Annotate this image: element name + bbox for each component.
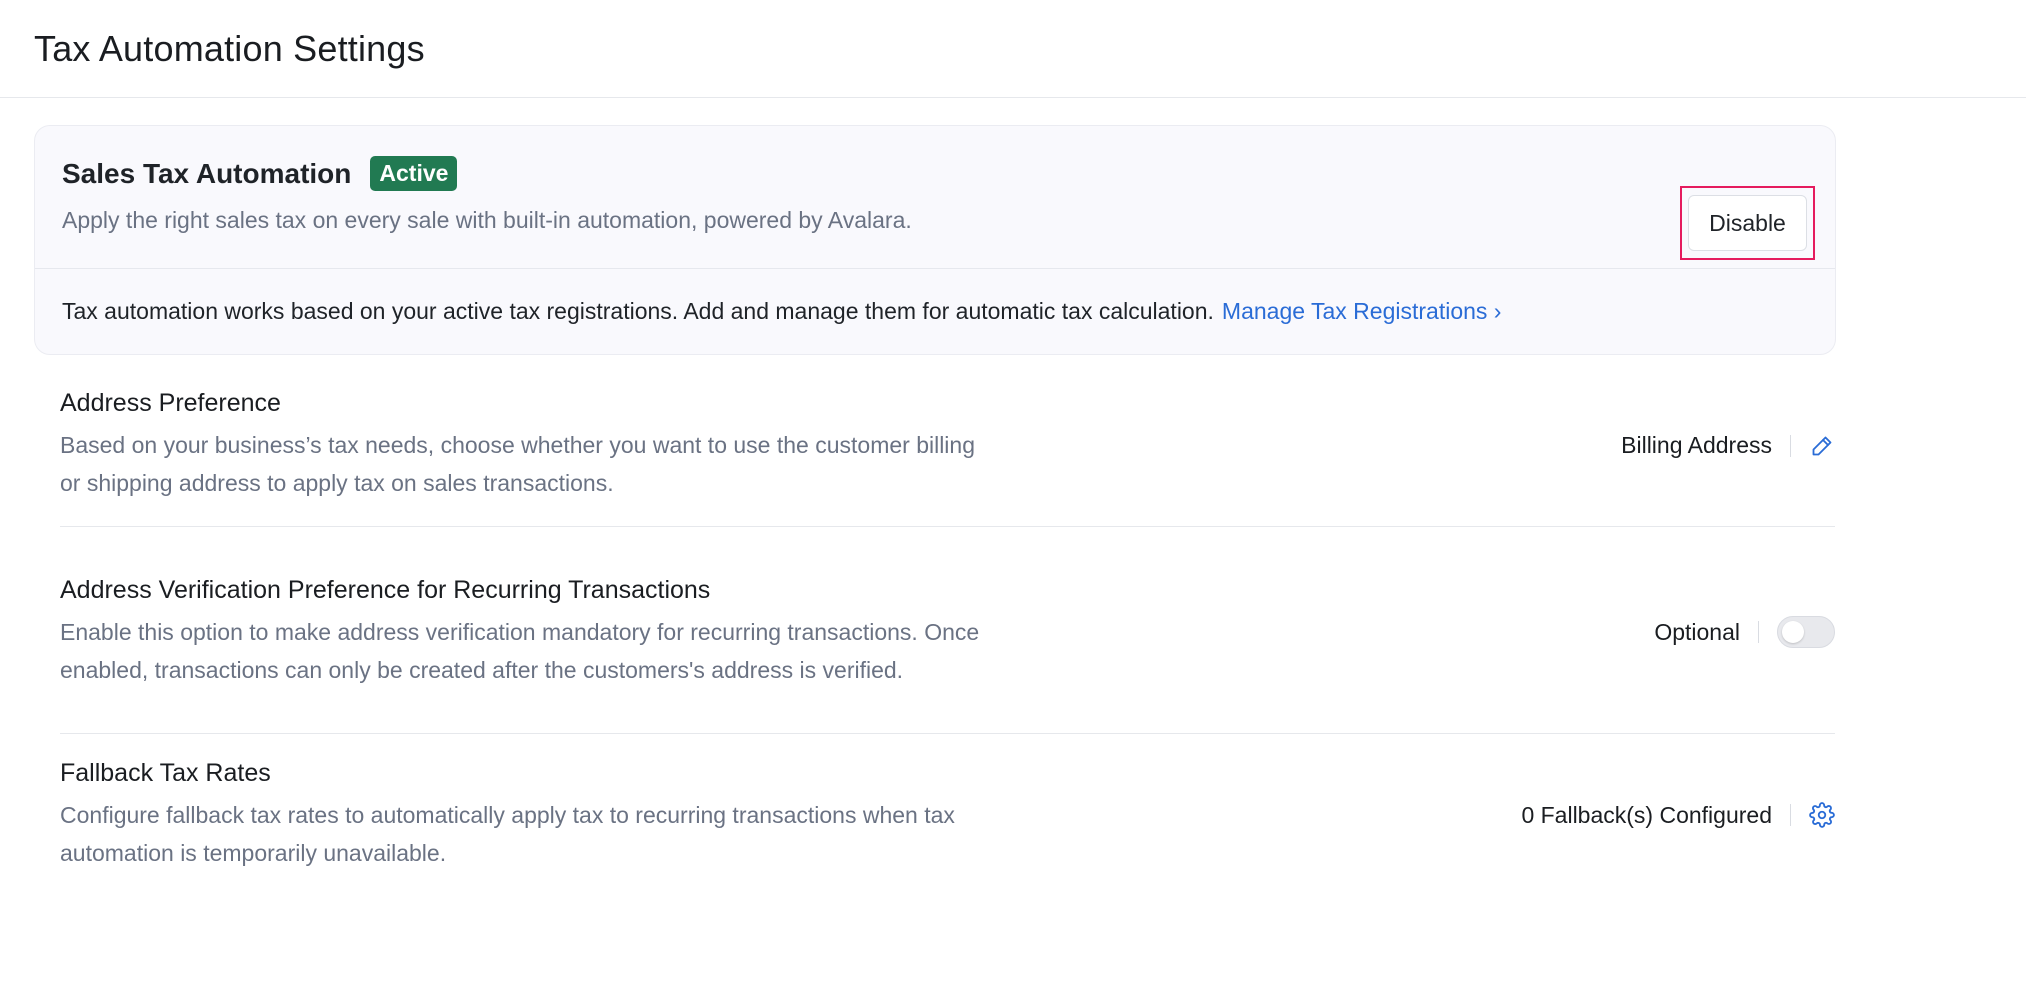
setting-control: Optional — [1654, 616, 1835, 648]
setting-title: Fallback Tax Rates — [60, 758, 271, 787]
setting-fallback-tax-rates: Fallback Tax Rates Configure fallback ta… — [60, 734, 1835, 886]
divider — [1758, 621, 1759, 643]
setting-title: Address Preference — [60, 389, 281, 417]
card-note-row: Tax automation works based on your activ… — [35, 269, 1835, 354]
toggle-knob — [1782, 621, 1804, 643]
divider — [1790, 804, 1791, 826]
setting-text: Address Preference Based on your busines… — [60, 389, 980, 502]
setting-control: 0 Fallback(s) Configured — [1521, 802, 1835, 829]
address-preference-value: Billing Address — [1621, 432, 1772, 458]
divider — [1790, 434, 1791, 457]
card-description: Apply the right sales tax on every sale … — [62, 207, 912, 233]
setting-address-verification: Address Verification Preference for Recu… — [60, 527, 1835, 734]
setting-text: Fallback Tax Rates Configure fallback ta… — [60, 759, 980, 872]
setting-address-preference: Address Preference Based on your busines… — [60, 355, 1835, 527]
settings-list: Address Preference Based on your busines… — [60, 355, 1835, 886]
tax-registrations-note: Tax automation works based on your activ… — [62, 298, 1214, 324]
setting-title: Address Verification Preference for Recu… — [60, 575, 711, 604]
disable-button[interactable]: Disable — [1688, 195, 1807, 251]
main-content: Sales Tax Automation Active Apply the ri… — [0, 98, 1870, 886]
fallback-count-value: 0 Fallback(s) Configured — [1521, 801, 1772, 828]
page-header: Tax Automation Settings — [0, 0, 2026, 98]
disable-button-highlight: Disable — [1680, 186, 1815, 260]
card-heading: Sales Tax Automation Active Apply the ri… — [62, 156, 912, 234]
status-badge: Active — [370, 156, 458, 191]
address-verification-value: Optional — [1654, 618, 1740, 645]
setting-description: Enable this option to make address verif… — [60, 618, 980, 683]
setting-description: Based on your business’s tax needs, choo… — [60, 432, 976, 496]
setting-control: Billing Address — [1621, 432, 1835, 459]
card-title: Sales Tax Automation — [62, 157, 352, 189]
setting-text: Address Verification Preference for Recu… — [60, 576, 980, 689]
gear-icon[interactable] — [1809, 802, 1835, 828]
sales-tax-automation-card: Sales Tax Automation Active Apply the ri… — [34, 125, 1836, 355]
manage-tax-registrations-link[interactable]: Manage Tax Registrations › — [1222, 298, 1502, 325]
pencil-icon[interactable] — [1809, 433, 1835, 459]
address-verification-toggle[interactable] — [1777, 616, 1835, 648]
setting-description: Configure fallback tax rates to automati… — [60, 801, 955, 866]
card-title-row: Sales Tax Automation Active — [62, 156, 912, 191]
page-title: Tax Automation Settings — [34, 27, 425, 69]
card-header: Sales Tax Automation Active Apply the ri… — [35, 126, 1835, 269]
